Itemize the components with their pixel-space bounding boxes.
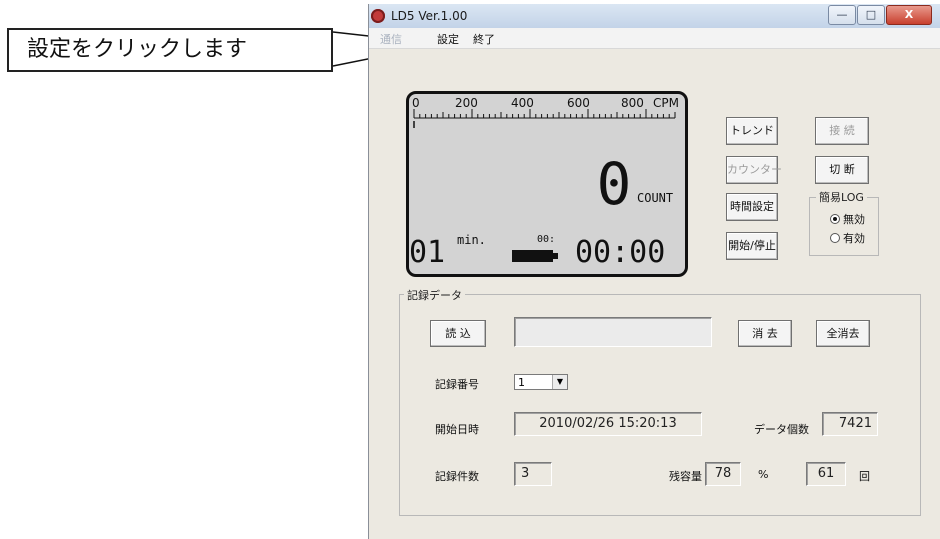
app-window: LD5 Ver.1.00 — □ X 通信 設定 終了 0 200 400 60… — [368, 4, 940, 539]
radio-dot-selected — [830, 214, 840, 224]
scale-tick-0: 0 — [412, 96, 420, 110]
menu-bar: 通信 設定 終了 — [369, 28, 940, 49]
times-field: 61 — [806, 462, 846, 486]
menu-settings[interactable]: 設定 — [437, 31, 459, 47]
simple-log-title: 簡易LOG — [816, 189, 867, 205]
scale-tick-200: 200 — [455, 96, 478, 110]
record-number-select[interactable]: 1 ▼ — [514, 374, 568, 390]
disconnect-button[interactable]: 切 断 — [815, 156, 869, 184]
counter-button[interactable]: カウンター — [726, 156, 782, 184]
record-data-title: 記録データ — [404, 287, 465, 303]
remaining-label: 残容量 — [669, 470, 702, 483]
scale-tick-800: 800 — [621, 96, 644, 110]
read-button[interactable]: 読 込 — [430, 320, 486, 347]
read-field[interactable] — [514, 317, 712, 347]
times-unit: 回 — [859, 470, 870, 483]
record-number-label: 記録番号 — [435, 378, 479, 391]
radio-disabled[interactable]: 無効 — [830, 211, 865, 227]
start-time-field: 2010/02/26 15:20:13 — [514, 412, 702, 436]
data-count-field: 7421 — [822, 412, 878, 436]
small-time-value: 00: — [537, 234, 555, 245]
data-count-label: データ個数 — [754, 423, 809, 436]
minutes-value: 01 — [409, 235, 445, 270]
delete-all-button[interactable]: 全消去 — [816, 320, 870, 347]
battery-icon — [512, 250, 553, 262]
chevron-down-icon[interactable]: ▼ — [552, 375, 567, 389]
trend-button[interactable]: トレンド — [726, 117, 778, 145]
delete-button[interactable]: 消 去 — [738, 320, 792, 347]
record-count-label: 記録件数 — [435, 470, 479, 483]
window-title: LD5 Ver.1.00 — [391, 9, 468, 23]
close-button[interactable]: X — [886, 5, 932, 25]
scale-ticks — [413, 109, 676, 119]
start-stop-button[interactable]: 開始/停止 — [726, 232, 778, 260]
count-value: 0 — [597, 150, 632, 218]
time-setting-button[interactable]: 時間設定 — [726, 193, 778, 221]
lcd-display: 0 200 400 600 800 CPM 0 COUNT 01 min. 00… — [406, 91, 688, 277]
record-number-value: 1 — [518, 376, 525, 389]
radio-disabled-label: 無効 — [843, 213, 865, 226]
scale-tick-600: 600 — [567, 96, 590, 110]
record-count-field: 3 — [514, 462, 552, 486]
percent-unit: % — [758, 468, 769, 481]
title-bar[interactable]: LD5 Ver.1.00 — □ X — [369, 4, 940, 29]
count-unit: COUNT — [637, 191, 673, 205]
connect-button[interactable]: 接 続 — [815, 117, 869, 145]
scale-tick-400: 400 — [511, 96, 534, 110]
app-icon — [371, 9, 385, 23]
radio-dot — [830, 233, 840, 243]
menu-communication[interactable]: 通信 — [380, 31, 402, 47]
time-value: 00:00 — [575, 235, 665, 270]
remaining-field: 78 — [705, 462, 741, 486]
client-area: 0 200 400 600 800 CPM 0 COUNT 01 min. 00… — [369, 49, 940, 539]
instruction-callout: 設定をクリックします — [7, 28, 333, 72]
minimize-button[interactable]: — — [828, 5, 856, 25]
scale-unit: CPM — [653, 96, 679, 110]
radio-enabled[interactable]: 有効 — [830, 230, 865, 246]
maximize-button[interactable]: □ — [857, 5, 885, 25]
radio-enabled-label: 有効 — [843, 232, 865, 245]
start-time-label: 開始日時 — [435, 423, 479, 436]
menu-exit[interactable]: 終了 — [473, 31, 495, 47]
minutes-unit: min. — [457, 233, 486, 247]
